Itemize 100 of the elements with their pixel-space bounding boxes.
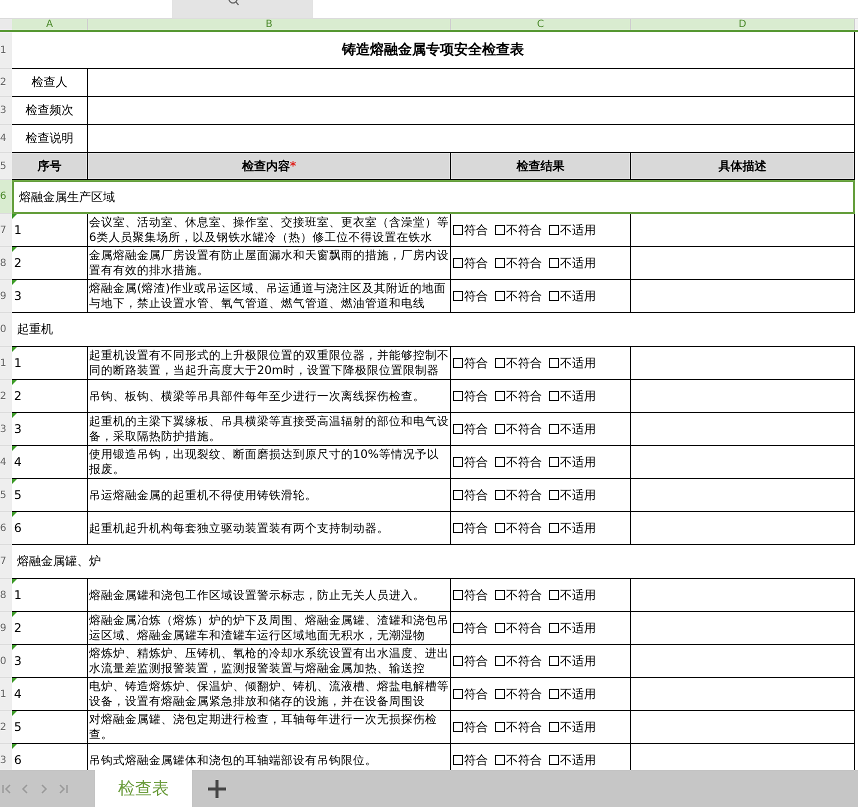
- result-checkbox[interactable]: 不符合: [495, 652, 542, 670]
- column-heading: 检查结果: [515, 158, 566, 174]
- item-content: 对熔融金属罐、浇包定期进行检查，耳轴每年进行一次无损探伤检查。: [88, 712, 438, 742]
- select-all-corner[interactable]: [0, 19, 12, 30]
- item-number: 1: [13, 356, 22, 370]
- row-number: 1: [0, 347, 12, 380]
- result-checkbox[interactable]: 符合: [453, 586, 488, 604]
- result-checkbox[interactable]: 不符合: [495, 388, 542, 404]
- result-checkbox[interactable]: 不适用: [549, 652, 596, 670]
- item-number: 4: [13, 455, 22, 469]
- result-checkbox[interactable]: 不适用: [549, 520, 596, 536]
- item-content: 熔融金属罐和浇包工作区域设置警示标志，防止无关人员进入。: [88, 588, 426, 602]
- row-number: 1: [0, 678, 12, 711]
- row-number: 2: [0, 380, 12, 413]
- item-content: 吊运熔融金属的起重机不得使用铸铁滑轮。: [88, 488, 318, 502]
- row-number: 0: [0, 645, 12, 678]
- sheet-nav-icon[interactable]: [59, 784, 68, 794]
- row-number: 3: [0, 413, 12, 446]
- field-label: 检查人: [30, 74, 68, 91]
- result-checkbox[interactable]: 符合: [453, 454, 488, 470]
- result-checkbox[interactable]: 不适用: [549, 222, 596, 238]
- item-number: 5: [13, 720, 22, 734]
- row-number: 1: [0, 32, 12, 69]
- item-content: 熔炼炉、精炼炉、压铸机、氧枪的冷却水系统设置有出水温度、进出水流量差监测报警装置，监测报警装置与熔融金属加热、输送控: [88, 646, 450, 676]
- search-icon[interactable]: [228, 0, 239, 6]
- item-content: 吊钩式熔融金属罐体和浇包的耳轴端部设有吊钩限位。: [88, 752, 378, 768]
- item-number: 3: [13, 654, 22, 668]
- row-number: 9: [0, 280, 12, 313]
- column-heading: 具体描述: [718, 158, 768, 174]
- result-checkbox[interactable]: 符合: [453, 752, 488, 768]
- result-checkbox[interactable]: 符合: [453, 288, 488, 304]
- result-checkbox[interactable]: 不适用: [549, 388, 596, 404]
- row-number: 6: [0, 180, 12, 214]
- row-number: 3: [0, 744, 12, 770]
- result-checkbox[interactable]: 不适用: [549, 752, 596, 768]
- row-number: 2: [0, 711, 12, 744]
- result-checkbox[interactable]: 不符合: [495, 222, 542, 238]
- row-number: 5: [0, 479, 12, 512]
- item-number: 2: [13, 621, 22, 635]
- row-number: 5: [0, 153, 12, 180]
- item-content: 吊钩、板钩、横梁等吊具部件每年至少进行一次离线探伤检查。: [88, 388, 426, 404]
- field-label: 检查说明: [24, 130, 74, 147]
- result-checkbox[interactable]: 不适用: [549, 686, 596, 702]
- result-checkbox[interactable]: 不符合: [495, 718, 542, 736]
- column-heading: 序号: [36, 158, 62, 174]
- result-checkbox[interactable]: 不适用: [549, 586, 596, 604]
- result-checkbox[interactable]: 符合: [453, 620, 488, 636]
- result-checkbox[interactable]: 符合: [453, 388, 488, 404]
- result-checkbox[interactable]: 符合: [453, 686, 488, 702]
- row-number: 8: [0, 579, 12, 612]
- row-number: 0: [0, 313, 12, 347]
- row-number: 4: [0, 446, 12, 479]
- result-checkbox[interactable]: 符合: [453, 222, 488, 238]
- result-checkbox[interactable]: 符合: [453, 420, 488, 438]
- sheet-nav-icon[interactable]: [2, 784, 11, 794]
- row-number: 3: [0, 97, 12, 125]
- result-checkbox[interactable]: 不适用: [549, 288, 596, 304]
- result-checkbox[interactable]: 符合: [453, 652, 488, 670]
- result-checkbox[interactable]: 不适用: [549, 254, 596, 272]
- item-number: 6: [13, 753, 22, 767]
- result-checkbox[interactable]: 不适用: [549, 486, 596, 504]
- result-checkbox[interactable]: 符合: [453, 354, 488, 372]
- item-content: 使用锻造吊钩，出现裂纹、断面磨损达到原尺寸的10%等情况予以报废。: [88, 447, 440, 477]
- result-checkbox[interactable]: 不适用: [549, 718, 596, 736]
- result-checkbox[interactable]: 不适用: [549, 620, 596, 636]
- result-checkbox[interactable]: 不符合: [495, 486, 542, 504]
- row-number: 2: [0, 69, 12, 97]
- result-checkbox[interactable]: 不符合: [495, 254, 542, 272]
- row-number: 8: [0, 247, 12, 280]
- result-checkbox[interactable]: 不符合: [495, 686, 542, 702]
- result-checkbox[interactable]: 不符合: [495, 454, 542, 470]
- result-checkbox[interactable]: 不适用: [549, 354, 596, 372]
- item-number: 3: [13, 289, 22, 303]
- result-checkbox[interactable]: 不适用: [549, 454, 596, 470]
- result-checkbox[interactable]: 不符合: [495, 288, 542, 304]
- result-checkbox[interactable]: 不符合: [495, 752, 542, 768]
- result-checkbox[interactable]: 不适用: [549, 420, 596, 438]
- item-number: 1: [13, 223, 22, 237]
- field-label: 检查频次: [24, 102, 74, 119]
- section-cell[interactable]: 熔融金属生产区域: [12, 180, 855, 214]
- result-checkbox[interactable]: 不符合: [495, 586, 542, 604]
- plus-icon: [208, 780, 226, 798]
- item-number: 4: [13, 687, 22, 701]
- item-number: 5: [13, 488, 22, 502]
- result-checkbox[interactable]: 不符合: [495, 520, 542, 536]
- result-checkbox[interactable]: 不符合: [495, 354, 542, 372]
- result-checkbox[interactable]: 符合: [453, 718, 488, 736]
- row-number: 9: [0, 612, 12, 645]
- sheet-title: 铸造熔融金属专项安全检查表: [340, 41, 525, 59]
- item-number: 6: [13, 521, 22, 535]
- result-checkbox[interactable]: 符合: [453, 520, 488, 536]
- item-number: 2: [13, 389, 22, 403]
- result-checkbox[interactable]: 不符合: [495, 420, 542, 438]
- row-number: 7: [0, 545, 12, 579]
- result-checkbox[interactable]: 符合: [453, 254, 488, 272]
- result-checkbox[interactable]: 不符合: [495, 620, 542, 636]
- item-content: 起重机起升机构每套独立驱动装置装有两个支持制动器。: [88, 520, 390, 536]
- result-checkbox[interactable]: 符合: [453, 486, 488, 504]
- item-content: 熔融金属冶炼（熔炼）炉的炉下及周围、熔融金属罐、渣罐和浇包吊运区域、熔融金属罐车和渣罐车运行区域地面无积水，无潮湿物: [88, 613, 450, 643]
- item-content: 起重机的主梁下翼缘板、吊具横梁等直接受高温辐射的部位和电气设备，采取隔热防护措施。: [88, 414, 450, 444]
